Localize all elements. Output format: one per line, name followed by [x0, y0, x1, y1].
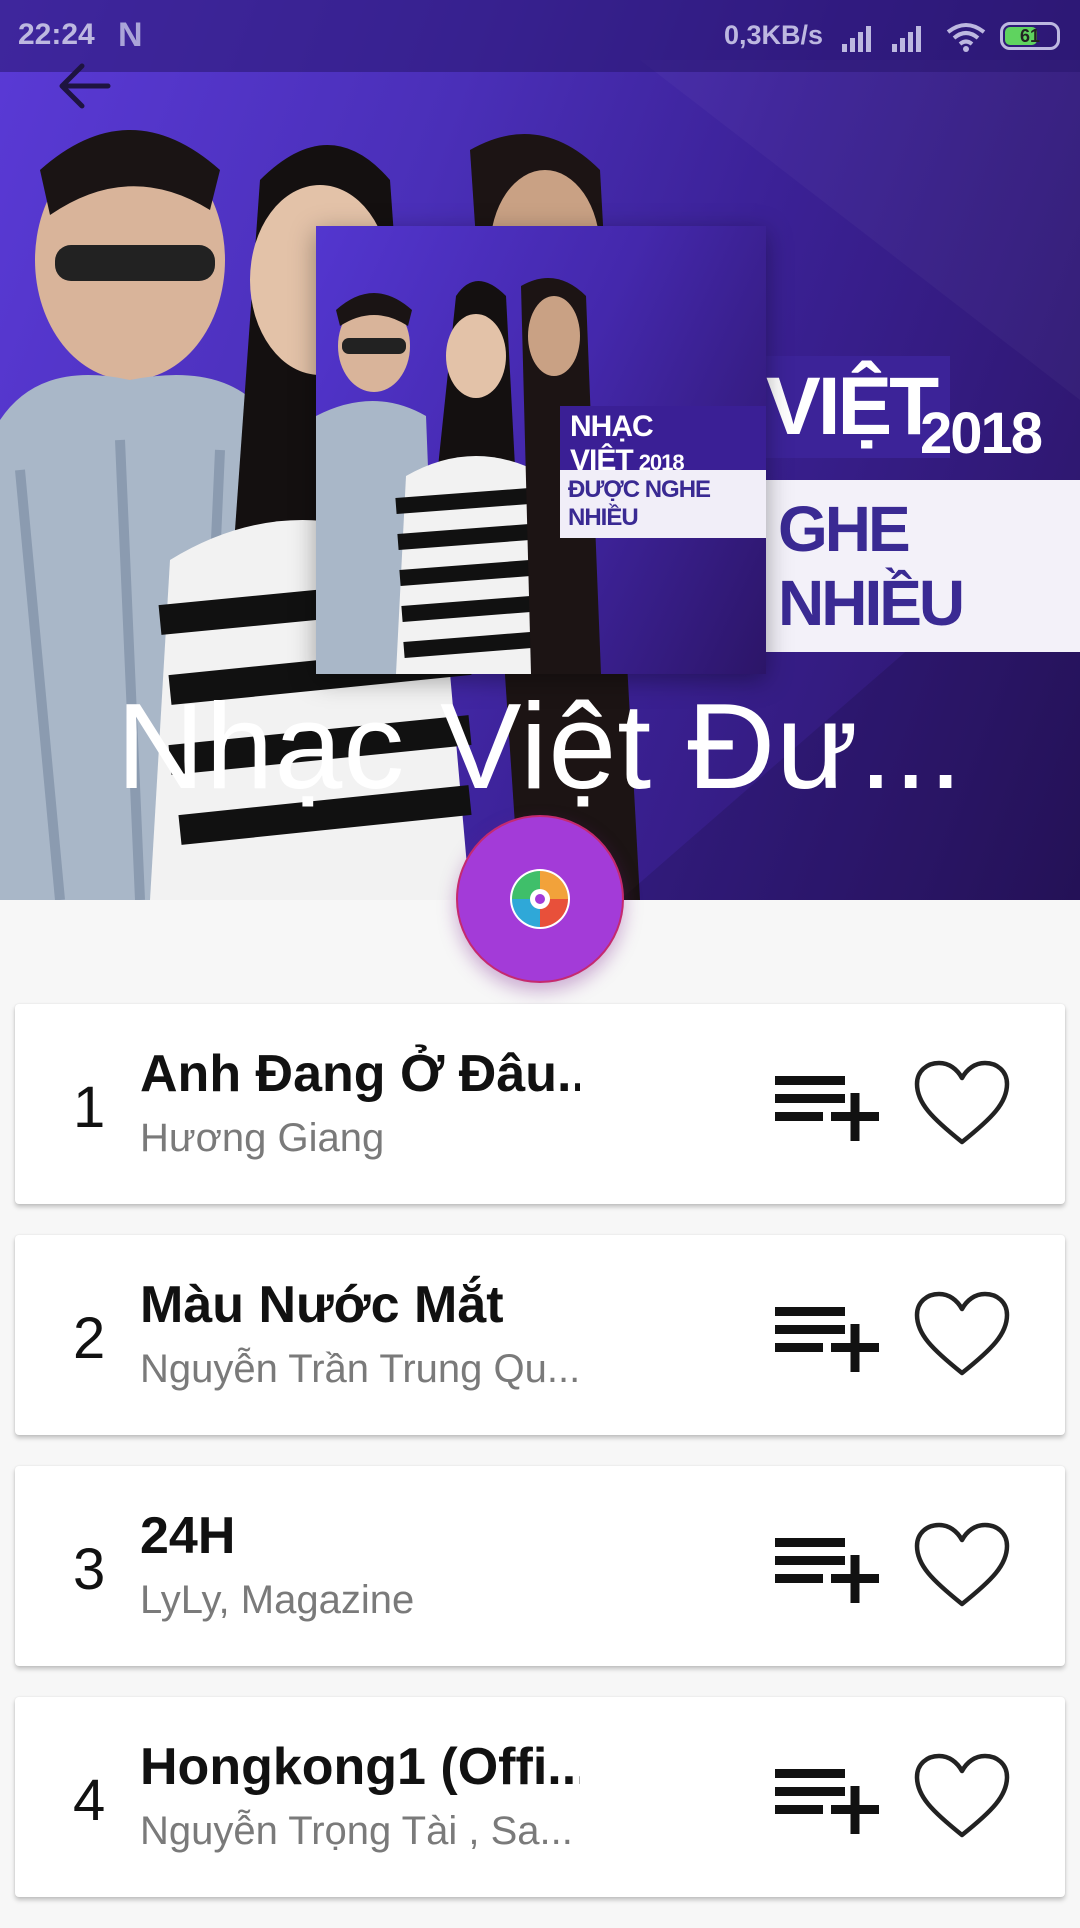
song-list: 1 Anh Đang Ở Đâu... Hương Giang 2 Màu Nư…	[15, 1004, 1065, 1928]
song-number: 1	[73, 1075, 106, 1140]
add-to-playlist-icon[interactable]	[773, 1761, 883, 1841]
song-artist: Hương Giang	[140, 1116, 385, 1160]
signal-icon-2	[892, 26, 921, 52]
song-artist: Nguyễn Trần Trung Qu...	[140, 1347, 581, 1391]
backdrop-year: 2018	[920, 401, 1043, 466]
status-time: 22:24	[18, 18, 95, 51]
arrow-left-icon[interactable]	[50, 52, 120, 122]
battery-level: 61	[1019, 26, 1041, 46]
play-all-button[interactable]	[456, 815, 624, 983]
network-speed: 0,3KB/s	[724, 20, 824, 50]
heart-icon[interactable]	[912, 1058, 1012, 1150]
song-artist: LyLy, Magazine	[140, 1578, 415, 1622]
heart-icon[interactable]	[912, 1520, 1012, 1612]
song-row[interactable]: 2 Màu Nước Mắt Nguyễn Trần Trung Qu...	[15, 1235, 1065, 1435]
add-to-playlist-icon[interactable]	[773, 1530, 883, 1610]
notification-n-icon: N	[118, 16, 143, 54]
wifi-icon	[946, 23, 986, 52]
song-row[interactable]: 3 24H LyLy, Magazine	[15, 1466, 1065, 1666]
battery-icon: 61	[1000, 22, 1060, 50]
song-title: Hongkong1 (Offi...	[140, 1738, 580, 1796]
song-number: 4	[73, 1768, 106, 1833]
cover-subtitle-tag: ĐƯỢC NGHE NHIỀU	[560, 470, 766, 538]
song-number: 2	[73, 1306, 106, 1371]
add-to-playlist-icon[interactable]	[773, 1068, 883, 1148]
song-row[interactable]: 1 Anh Đang Ở Đâu... Hương Giang	[15, 1004, 1065, 1204]
song-title: 24H	[140, 1507, 236, 1565]
album-header: VIỆT 2018 GHE NHIỀU 22:24 N 0,3KB/s 61 N…	[0, 0, 1080, 900]
status-bar: 22:24 N 0,3KB/s 61	[0, 0, 1080, 72]
heart-icon[interactable]	[912, 1751, 1012, 1843]
song-title: Màu Nước Mắt	[140, 1276, 504, 1334]
song-number: 3	[73, 1537, 106, 1602]
signal-icon	[842, 26, 871, 52]
song-artist: Nguyễn Trọng Tài , Sa...	[140, 1809, 573, 1853]
album-cover: NHẠC VIỆT 2018 ĐƯỢC NGHE NHIỀU	[316, 226, 766, 674]
backdrop-subtitle-fragment: GHE NHIỀU	[760, 480, 1080, 652]
playlist-title: Nhạc Việt Đư...	[116, 678, 964, 814]
disc-icon	[510, 869, 570, 929]
heart-icon[interactable]	[912, 1289, 1012, 1381]
song-title: Anh Đang Ở Đâu...	[140, 1045, 580, 1103]
add-to-playlist-icon[interactable]	[773, 1299, 883, 1379]
song-row[interactable]: 4 Hongkong1 (Offi... Nguyễn Trọng Tài , …	[15, 1697, 1065, 1897]
